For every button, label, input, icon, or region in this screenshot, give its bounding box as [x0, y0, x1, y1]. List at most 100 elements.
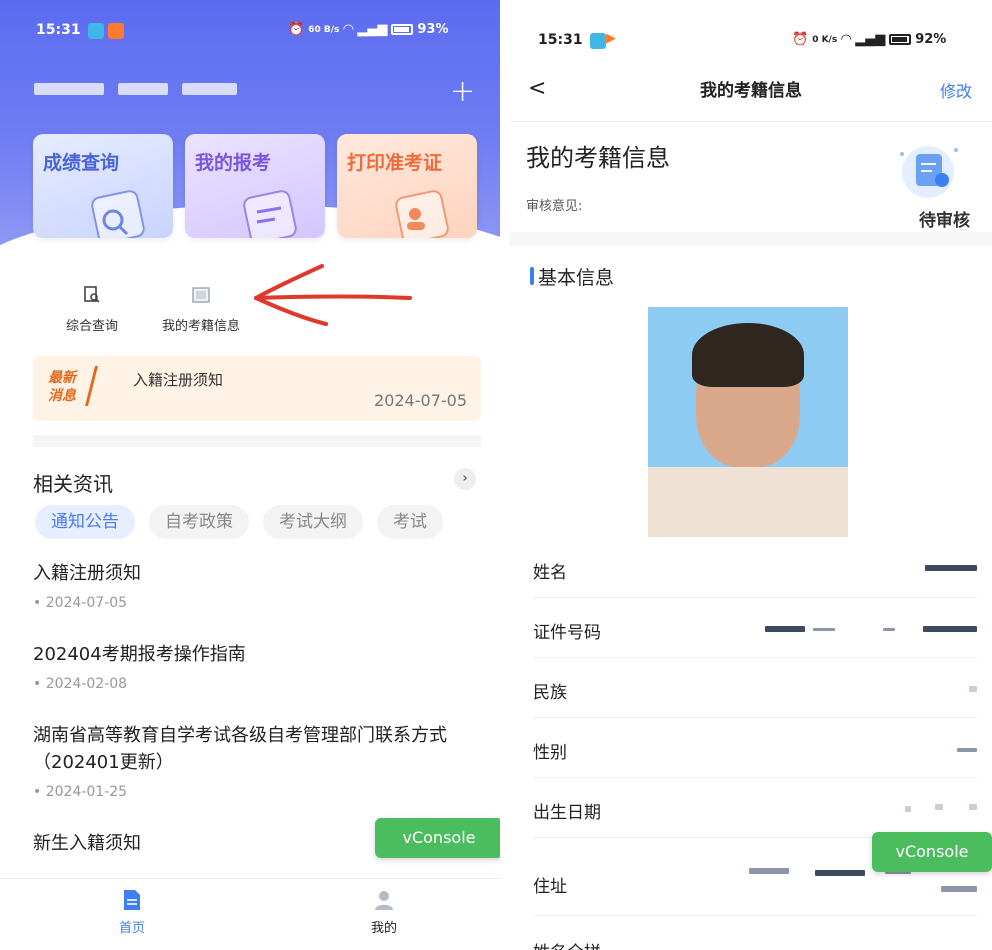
app-notification-icon	[590, 33, 606, 49]
field-value-blurred	[815, 870, 865, 876]
card-label: 打印准考证	[347, 152, 443, 174]
field-label: 出生日期	[533, 803, 601, 823]
article-date: 2024-07-05	[33, 595, 483, 611]
nav-mine[interactable]: 我的	[324, 889, 444, 936]
score-query-icon	[91, 190, 145, 238]
news-tabs: 通知公告 自考政策 考试大纲 考试	[35, 505, 443, 539]
play-notification-icon	[108, 23, 124, 39]
my-registration-icon	[243, 190, 297, 238]
nav-home[interactable]: 首页	[72, 889, 192, 936]
status-icons: ⏰ 0 K/s ◠ ▂▄▆ 92%	[792, 32, 946, 47]
field-row-birthdate: 出生日期	[533, 778, 977, 838]
field-value-blurred	[923, 626, 977, 632]
quick-link-my-record[interactable]: 我的考籍信息	[146, 285, 256, 334]
vconsole-button[interactable]: vConsole	[872, 832, 992, 872]
alarm-icon: ⏰	[792, 32, 809, 47]
news-tag-line: 最新	[48, 370, 76, 386]
news-tag: 最新 消息	[48, 369, 76, 405]
battery-icon	[391, 24, 414, 35]
battery-icon	[889, 34, 912, 45]
signal-icon: ▂▄▆	[855, 32, 886, 47]
quick-link-label: 我的考籍信息	[161, 319, 240, 334]
print-ticket-card[interactable]: 打印准考证	[337, 134, 477, 238]
tab-notices[interactable]: 通知公告	[35, 505, 135, 539]
field-row-id-number: 证件号码	[533, 598, 977, 658]
id-photo	[648, 307, 848, 537]
my-registration-card[interactable]: 我的报考	[185, 134, 325, 238]
field-label: 姓名	[533, 563, 567, 583]
article-date: 2024-01-25	[33, 784, 483, 800]
field-row-ethnicity: 民族	[533, 658, 977, 718]
play-notification-icon: ▶	[606, 31, 616, 46]
status-time: 15:31	[36, 22, 81, 38]
battery-level: 92%	[915, 32, 947, 47]
quick-link-label: 综合查询	[65, 319, 118, 334]
news-divider	[85, 366, 98, 406]
add-button[interactable]: +	[450, 74, 475, 109]
field-value-blurred	[969, 804, 977, 810]
field-value-blurred	[969, 686, 977, 692]
section-title: 相关资讯	[33, 472, 113, 496]
field-value-blurred	[813, 628, 835, 631]
quick-link-comprehensive-query[interactable]: 综合查询	[42, 285, 142, 334]
field-value-blurred	[905, 806, 911, 812]
field-value-blurred	[749, 868, 789, 874]
status-icons: ⏰ 60 B/s ◠ ▂▄▆ 93%	[288, 22, 448, 37]
home-screen: 15:31 ⏰ 60 B/s ◠ ▂▄▆ 93% + 成绩查询 我的报考 打印准…	[0, 0, 500, 950]
field-value-blurred	[957, 748, 977, 752]
tab-policy[interactable]: 自考政策	[149, 505, 249, 539]
person-icon	[375, 891, 393, 910]
field-row-name: 姓名	[533, 538, 977, 598]
search-doc-icon	[84, 286, 100, 303]
signal-icon: ▂▄▆	[357, 22, 388, 37]
nav-label: 我的	[370, 921, 397, 936]
page-title: 我的考籍信息	[700, 81, 802, 101]
app-notification-icon	[88, 23, 104, 39]
list-item[interactable]: 入籍注册须知 2024-07-05	[33, 560, 483, 611]
field-row-pinyin: 姓名全拼	[533, 916, 977, 950]
article-title: 入籍注册须知	[33, 563, 141, 584]
section-title: 基本信息	[529, 263, 614, 290]
vconsole-button[interactable]: vConsole	[375, 818, 500, 858]
status-time: 15:31	[538, 32, 583, 48]
document-review-icon	[900, 146, 958, 198]
card-label: 我的报考	[195, 152, 272, 174]
network-speed: 60 B/s	[308, 24, 340, 35]
field-label: 姓名全拼	[533, 938, 601, 950]
tab-exam[interactable]: 考试	[377, 505, 443, 539]
list-item[interactable]: 湖南省高等教育自学考试各级自考管理部门联系方式（202401更新） 2024-0…	[33, 722, 483, 800]
field-row-gender: 性别	[533, 718, 977, 778]
print-ticket-icon	[395, 190, 449, 238]
field-value-blurred	[941, 886, 977, 892]
app-title-blurred	[34, 83, 237, 95]
section-divider	[33, 435, 481, 447]
wifi-icon: ◠	[343, 22, 354, 37]
feature-cards: 成绩查询 我的报考 打印准考证	[33, 134, 477, 238]
score-query-card[interactable]: 成绩查询	[33, 134, 173, 238]
tab-syllabus[interactable]: 考试大纲	[263, 505, 363, 539]
news-tag-line: 消息	[48, 388, 76, 404]
more-chevron-icon[interactable]: ›	[454, 468, 476, 490]
field-label: 民族	[533, 683, 567, 703]
list-item[interactable]: 202404考期报考操作指南 2024-02-08	[33, 641, 483, 692]
latest-news-banner[interactable]: 最新 消息 入籍注册须知 2024-07-05	[33, 356, 481, 421]
article-date: 2024-02-08	[33, 676, 483, 692]
battery-level: 93%	[417, 22, 449, 37]
field-label: 住址	[533, 877, 567, 897]
section-divider	[510, 232, 992, 246]
red-arrow-annotation	[254, 264, 412, 326]
record-detail-screen: 15:31 ▶ ⏰ 0 K/s ◠ ▂▄▆ 92% < 我的考籍信息 修改 我的…	[510, 0, 992, 950]
bottom-nav: 首页 我的	[0, 878, 500, 950]
card-label: 成绩查询	[43, 152, 120, 174]
field-value-blurred	[883, 628, 895, 631]
alarm-icon: ⏰	[288, 22, 305, 37]
image-icon	[192, 287, 210, 303]
wifi-icon: ◠	[841, 32, 852, 47]
article-title: 202404考期报考操作指南	[33, 644, 246, 665]
record-heading: 我的考籍信息	[526, 144, 670, 172]
home-doc-icon	[124, 890, 140, 910]
field-label: 证件号码	[533, 623, 601, 643]
news-title: 入籍注册须知	[133, 371, 224, 389]
edit-button[interactable]: 修改	[940, 78, 972, 102]
article-title: 湖南省高等教育自学考试各级自考管理部门联系方式（202401更新）	[33, 725, 447, 773]
